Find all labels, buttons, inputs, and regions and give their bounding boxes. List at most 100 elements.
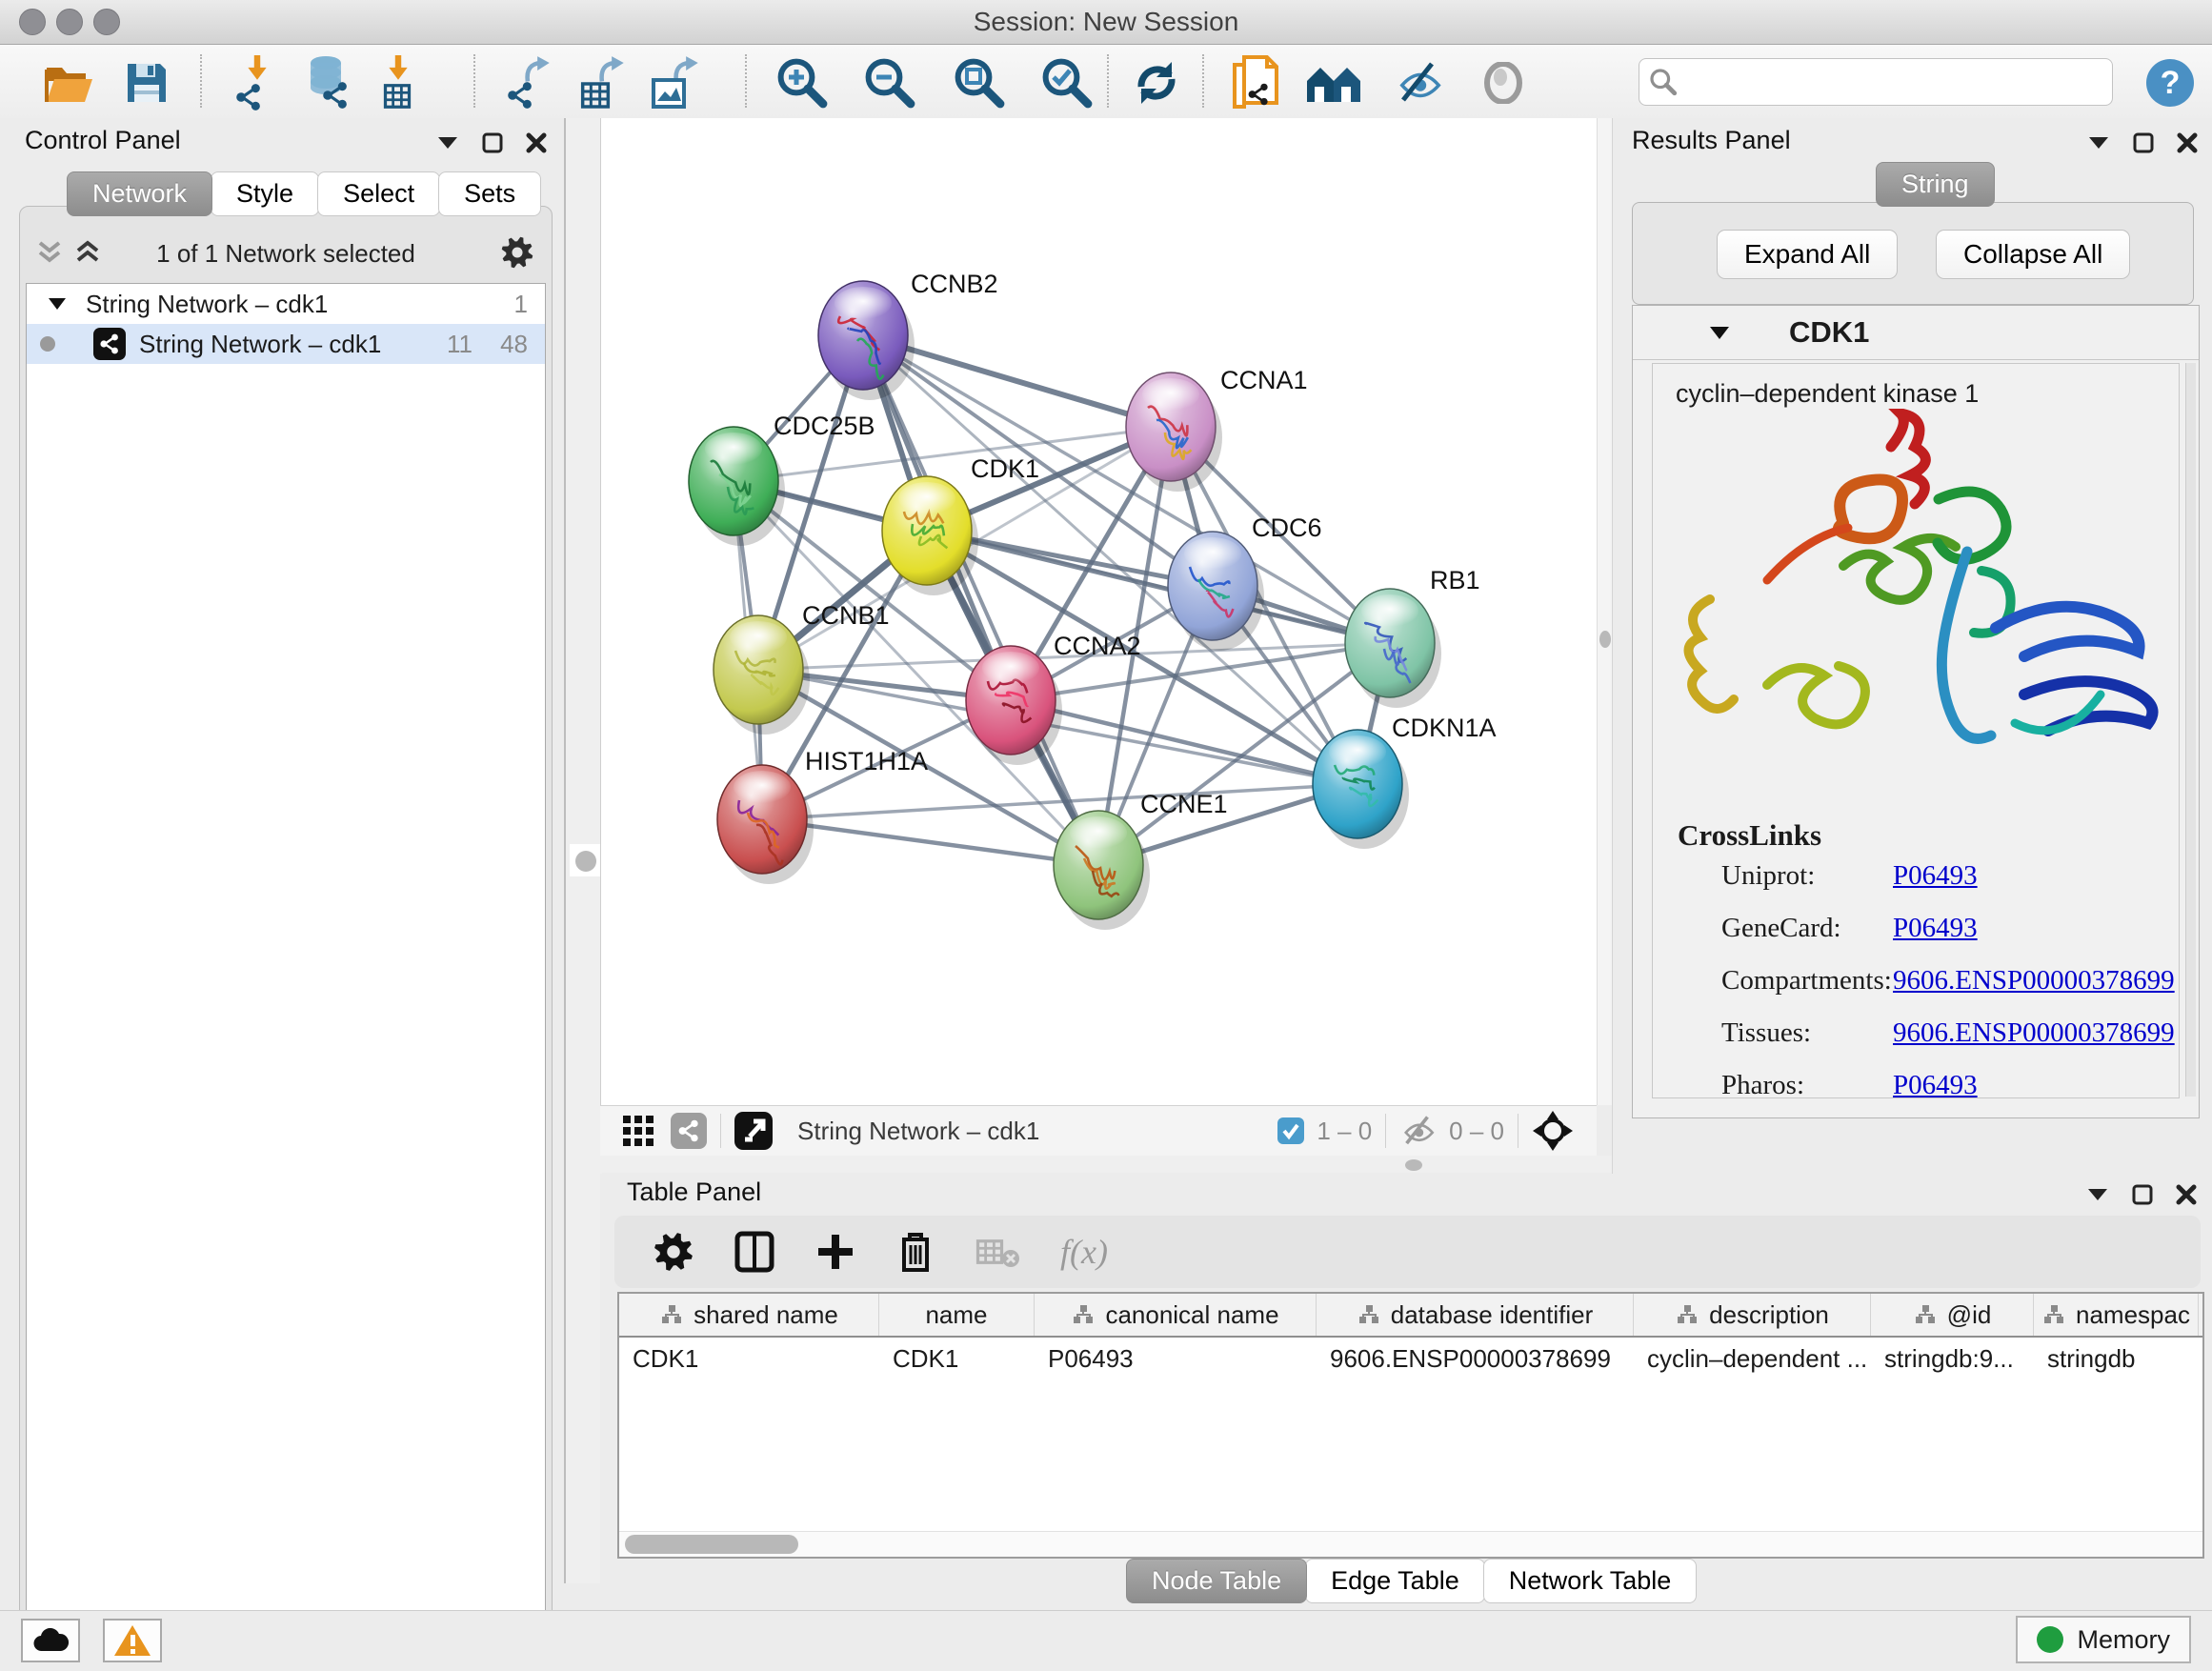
crosslink-link[interactable]: P06493 bbox=[1893, 860, 1978, 892]
add-row-icon[interactable] bbox=[814, 1231, 856, 1273]
splitter-handle[interactable] bbox=[1405, 1159, 1422, 1171]
table-cell[interactable]: P06493 bbox=[1035, 1338, 1317, 1379]
import-string-network-icon[interactable] bbox=[1225, 54, 1286, 111]
results-splitter[interactable] bbox=[1597, 118, 1613, 1105]
export-network-icon[interactable] bbox=[499, 54, 560, 111]
network-node-CCNB1[interactable]: CCNB1 bbox=[714, 601, 890, 735]
collapse-all-button[interactable]: Collapse All bbox=[1936, 230, 2130, 279]
tab-node-table[interactable]: Node Table bbox=[1126, 1559, 1307, 1603]
close-panel-icon[interactable] bbox=[2176, 1184, 2197, 1205]
crosslink-link[interactable]: P06493 bbox=[1893, 1070, 1978, 1101]
import-network-from-database-icon[interactable] bbox=[297, 54, 358, 111]
network-edge[interactable] bbox=[863, 335, 1098, 865]
tab-network-table[interactable]: Network Table bbox=[1483, 1559, 1698, 1603]
table-cell[interactable]: stringdb:9... bbox=[1871, 1338, 2034, 1379]
tab-style[interactable]: Style bbox=[211, 171, 319, 216]
table-cell[interactable]: cyclin–dependent ... bbox=[1634, 1338, 1871, 1379]
network-node-CCNA2[interactable]: CCNA2 bbox=[966, 632, 1141, 765]
refresh-icon[interactable] bbox=[1126, 54, 1187, 111]
float-panel-icon[interactable] bbox=[482, 132, 503, 153]
close-panel-icon[interactable] bbox=[526, 132, 547, 153]
expander-icon[interactable] bbox=[48, 297, 67, 311]
network-node-CCNB2[interactable]: CCNB2 bbox=[818, 270, 998, 400]
network-node-CDC6[interactable]: CDC6 bbox=[1168, 513, 1322, 651]
search-field[interactable] bbox=[1639, 58, 2113, 106]
detach-view-icon[interactable] bbox=[734, 1112, 773, 1150]
column-header-description[interactable]: description bbox=[1634, 1294, 1871, 1336]
network-share-mode-icon[interactable] bbox=[671, 1113, 707, 1149]
table-cell[interactable]: CDK1 bbox=[619, 1338, 879, 1379]
network-canvas[interactable]: CCNB2 CCNA1 CDC25B CDK1 CDC6 RB1 CCNB1 C… bbox=[600, 118, 1598, 1105]
table-row[interactable]: CDK1CDK1P064939606.ENSP00000378699cyclin… bbox=[619, 1338, 2202, 1379]
column-header-database-identifier[interactable]: database identifier bbox=[1317, 1294, 1634, 1336]
cloud-button[interactable] bbox=[21, 1619, 80, 1662]
network-node-CDK1[interactable]: CDK1 bbox=[882, 454, 1039, 595]
hidden-eye-icon[interactable] bbox=[1399, 1116, 1438, 1146]
table-cell[interactable]: stringdb bbox=[2034, 1338, 2199, 1379]
hide-selected-icon[interactable] bbox=[1389, 54, 1450, 111]
network-collection-row[interactable]: String Network – cdk1 1 bbox=[27, 284, 545, 324]
float-panel-icon[interactable] bbox=[2132, 1184, 2153, 1205]
memory-button[interactable]: Memory bbox=[2016, 1616, 2191, 1663]
table-cell[interactable]: 9606.ENSP00000378699 bbox=[1317, 1338, 1634, 1379]
crosslink-link[interactable]: 9606.ENSP00000378699 bbox=[1893, 1017, 2175, 1049]
collapse-panel-icon[interactable] bbox=[2086, 1187, 2109, 1202]
float-panel-icon[interactable] bbox=[2133, 132, 2154, 153]
network-node-CCNE1[interactable]: CCNE1 bbox=[1054, 790, 1228, 930]
vertical-splitter[interactable] bbox=[564, 118, 602, 1583]
network-node-CDKN1A[interactable]: CDKN1A bbox=[1313, 714, 1497, 849]
crosslink-row: Compartments: 9606.ENSP00000378699 bbox=[1653, 965, 2179, 1017]
tab-network[interactable]: Network bbox=[67, 171, 212, 216]
network-row[interactable]: String Network – cdk1 11 48 bbox=[27, 324, 545, 364]
tab-string[interactable]: String bbox=[1876, 162, 1995, 207]
save-session-icon[interactable] bbox=[116, 54, 177, 111]
tab-edge-table[interactable]: Edge Table bbox=[1305, 1559, 1485, 1603]
import-table-from-file-icon[interactable] bbox=[368, 54, 429, 111]
column-header-name[interactable]: name bbox=[879, 1294, 1035, 1336]
expand-all-button[interactable]: Expand All bbox=[1717, 230, 1898, 279]
tab-select[interactable]: Select bbox=[317, 171, 440, 216]
close-panel-icon[interactable] bbox=[2177, 132, 2198, 153]
import-network-from-file-icon[interactable] bbox=[227, 54, 288, 111]
show-all-icon[interactable] bbox=[1473, 54, 1534, 111]
column-header-@id[interactable]: @id bbox=[1871, 1294, 2034, 1336]
open-session-icon[interactable] bbox=[38, 54, 99, 111]
column-header-namespac[interactable]: namespac bbox=[2034, 1294, 2199, 1336]
warning-button[interactable] bbox=[103, 1619, 162, 1662]
column-header-shared-name[interactable]: shared name bbox=[619, 1294, 879, 1336]
scrollbar-thumb[interactable] bbox=[625, 1535, 798, 1554]
control-panel-title: Control Panel bbox=[25, 126, 181, 155]
network-options-gear-icon[interactable] bbox=[500, 235, 534, 270]
table-cell[interactable]: CDK1 bbox=[879, 1338, 1035, 1379]
splitter-handle[interactable] bbox=[1599, 631, 1611, 648]
crosslink-link[interactable]: P06493 bbox=[1893, 913, 1978, 944]
delete-rows-trash-icon[interactable] bbox=[896, 1230, 935, 1274]
network-node-CDC25B[interactable]: CDC25B bbox=[689, 412, 875, 546]
crosslink-link[interactable]: 9606.ENSP00000378699 bbox=[1893, 965, 2175, 997]
export-image-icon[interactable] bbox=[646, 54, 707, 111]
collapse-panel-icon[interactable] bbox=[2087, 135, 2110, 151]
export-table-icon[interactable] bbox=[572, 54, 633, 111]
zoom-selected-icon[interactable] bbox=[1036, 54, 1097, 111]
table-settings-gear-icon[interactable] bbox=[653, 1231, 694, 1273]
help-icon[interactable]: ? bbox=[2140, 54, 2201, 111]
entry-header[interactable]: CDK1 bbox=[1633, 306, 2199, 360]
zoom-in-icon[interactable] bbox=[772, 54, 833, 111]
birds-eye-icon[interactable] bbox=[1532, 1110, 1574, 1152]
collapse-panel-icon[interactable] bbox=[436, 135, 459, 151]
zoom-out-icon[interactable] bbox=[859, 54, 920, 111]
node-label-CDC25B: CDC25B bbox=[774, 412, 875, 440]
first-neighbors-icon[interactable] bbox=[1303, 54, 1364, 111]
table-hscrollbar[interactable] bbox=[619, 1531, 2202, 1557]
zoom-fit-icon[interactable] bbox=[949, 54, 1010, 111]
column-header-canonical-name[interactable]: canonical name bbox=[1035, 1294, 1317, 1336]
entry-expander-icon[interactable] bbox=[1709, 326, 1730, 340]
splitter-handle[interactable] bbox=[575, 851, 596, 872]
search-input[interactable] bbox=[1687, 67, 2102, 98]
tab-sets[interactable]: Sets bbox=[438, 171, 541, 216]
grid-mode-icon[interactable] bbox=[621, 1114, 655, 1148]
results-scrollbar[interactable] bbox=[2185, 363, 2196, 1097]
network-node-RB1[interactable]: RB1 bbox=[1345, 566, 1480, 708]
create-column-icon[interactable] bbox=[734, 1231, 774, 1273]
selected-checkbox-icon[interactable] bbox=[1277, 1117, 1305, 1145]
